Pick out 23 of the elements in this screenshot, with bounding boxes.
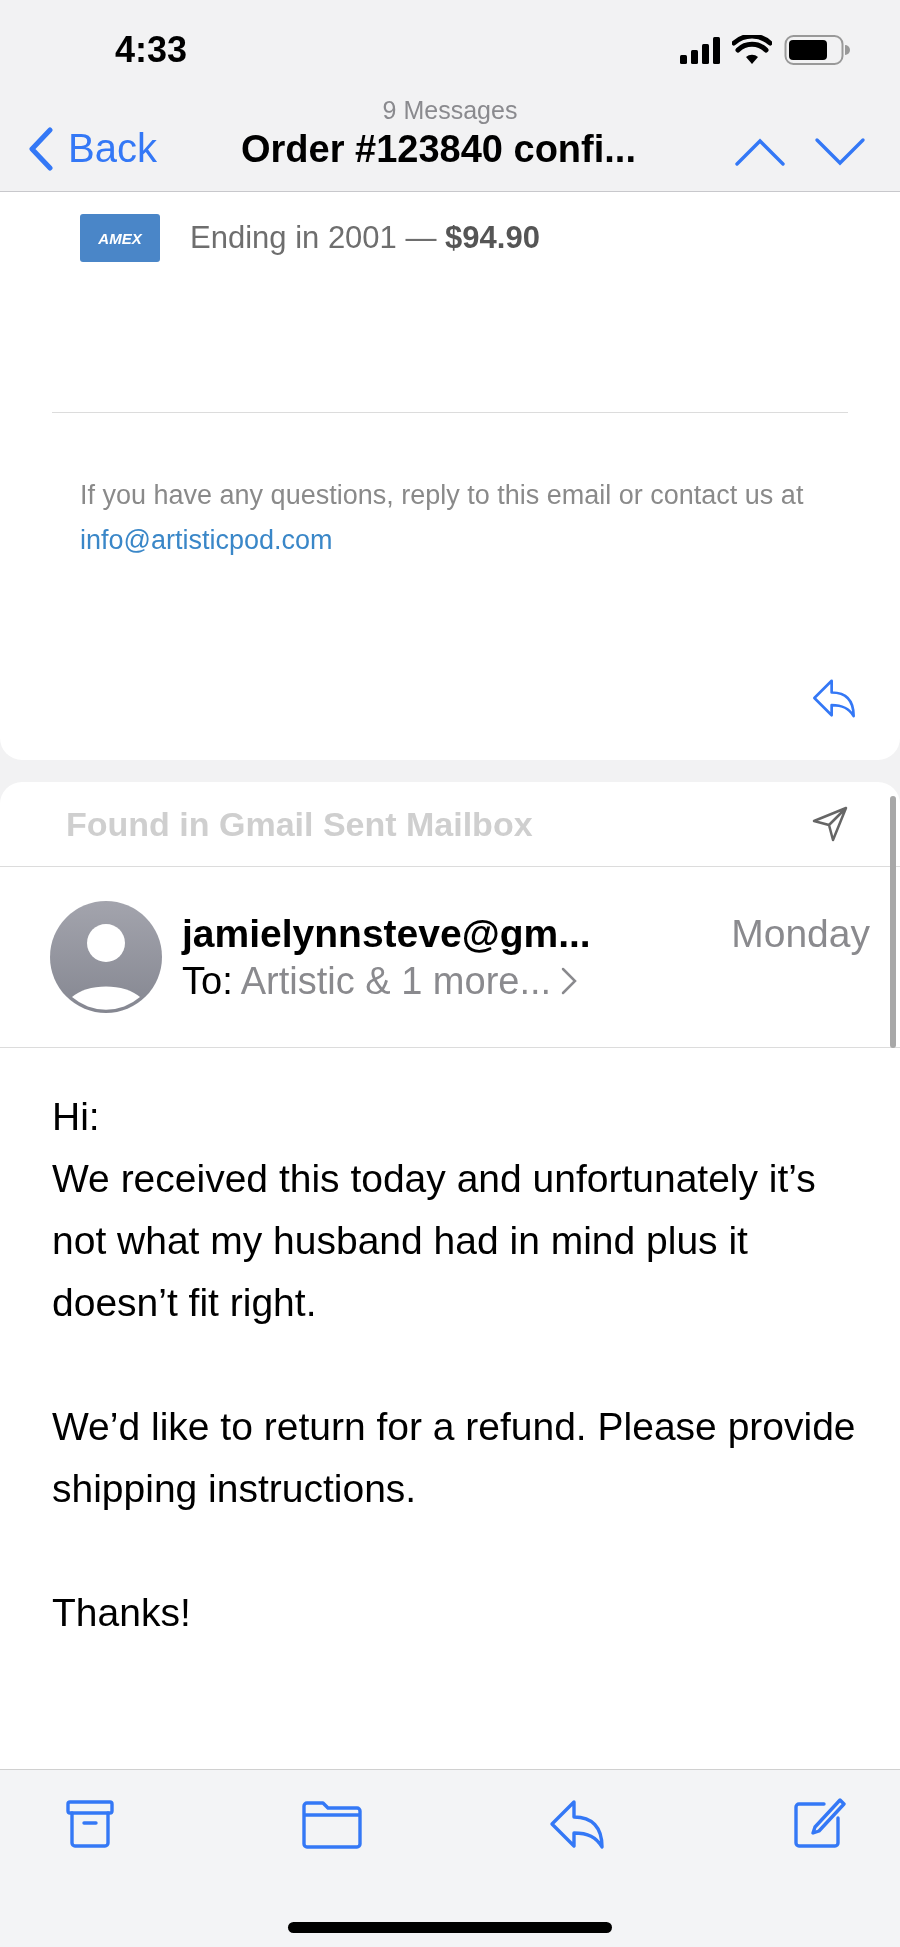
recipients-link[interactable]: Artistic & 1 more... [240,959,578,1003]
back-button[interactable]: Back [28,126,157,171]
thread-title: Order #123840 confi... [240,128,636,171]
message-count: 9 Messages [381,96,519,125]
chevron-left-icon [28,126,54,171]
wifi-icon [732,35,772,65]
avatar-icon [50,901,162,1013]
body-text: We’d like to return for a refund. Please provide shipping instructions. [52,1404,857,1512]
body-text: We received this today and unfortunately it’s not what my husband had in mind plus it doesn’t fit right. [52,1156,817,1326]
to-label: To: [182,959,233,1003]
sender-address: jamielynnsteve@gm... [182,911,591,956]
body-text: Hi: [52,1094,101,1140]
message-date: Monday [731,911,870,956]
body-text: Thanks! [52,1590,192,1636]
footer-text: If you have any questions, reply to this email or contact us at info@artisticpod.com [80,479,805,557]
payment-text: Ending in 2001 — $94.90 [190,220,540,256]
card-logo: AMEX [80,214,160,262]
battery-icon [784,34,850,66]
signal-icon [680,36,720,64]
email-link[interactable]: info@artisticpod.com [80,525,333,555]
chevron-right-icon [561,967,578,995]
send-icon [810,804,850,844]
status-time: 4:33 [115,29,188,71]
